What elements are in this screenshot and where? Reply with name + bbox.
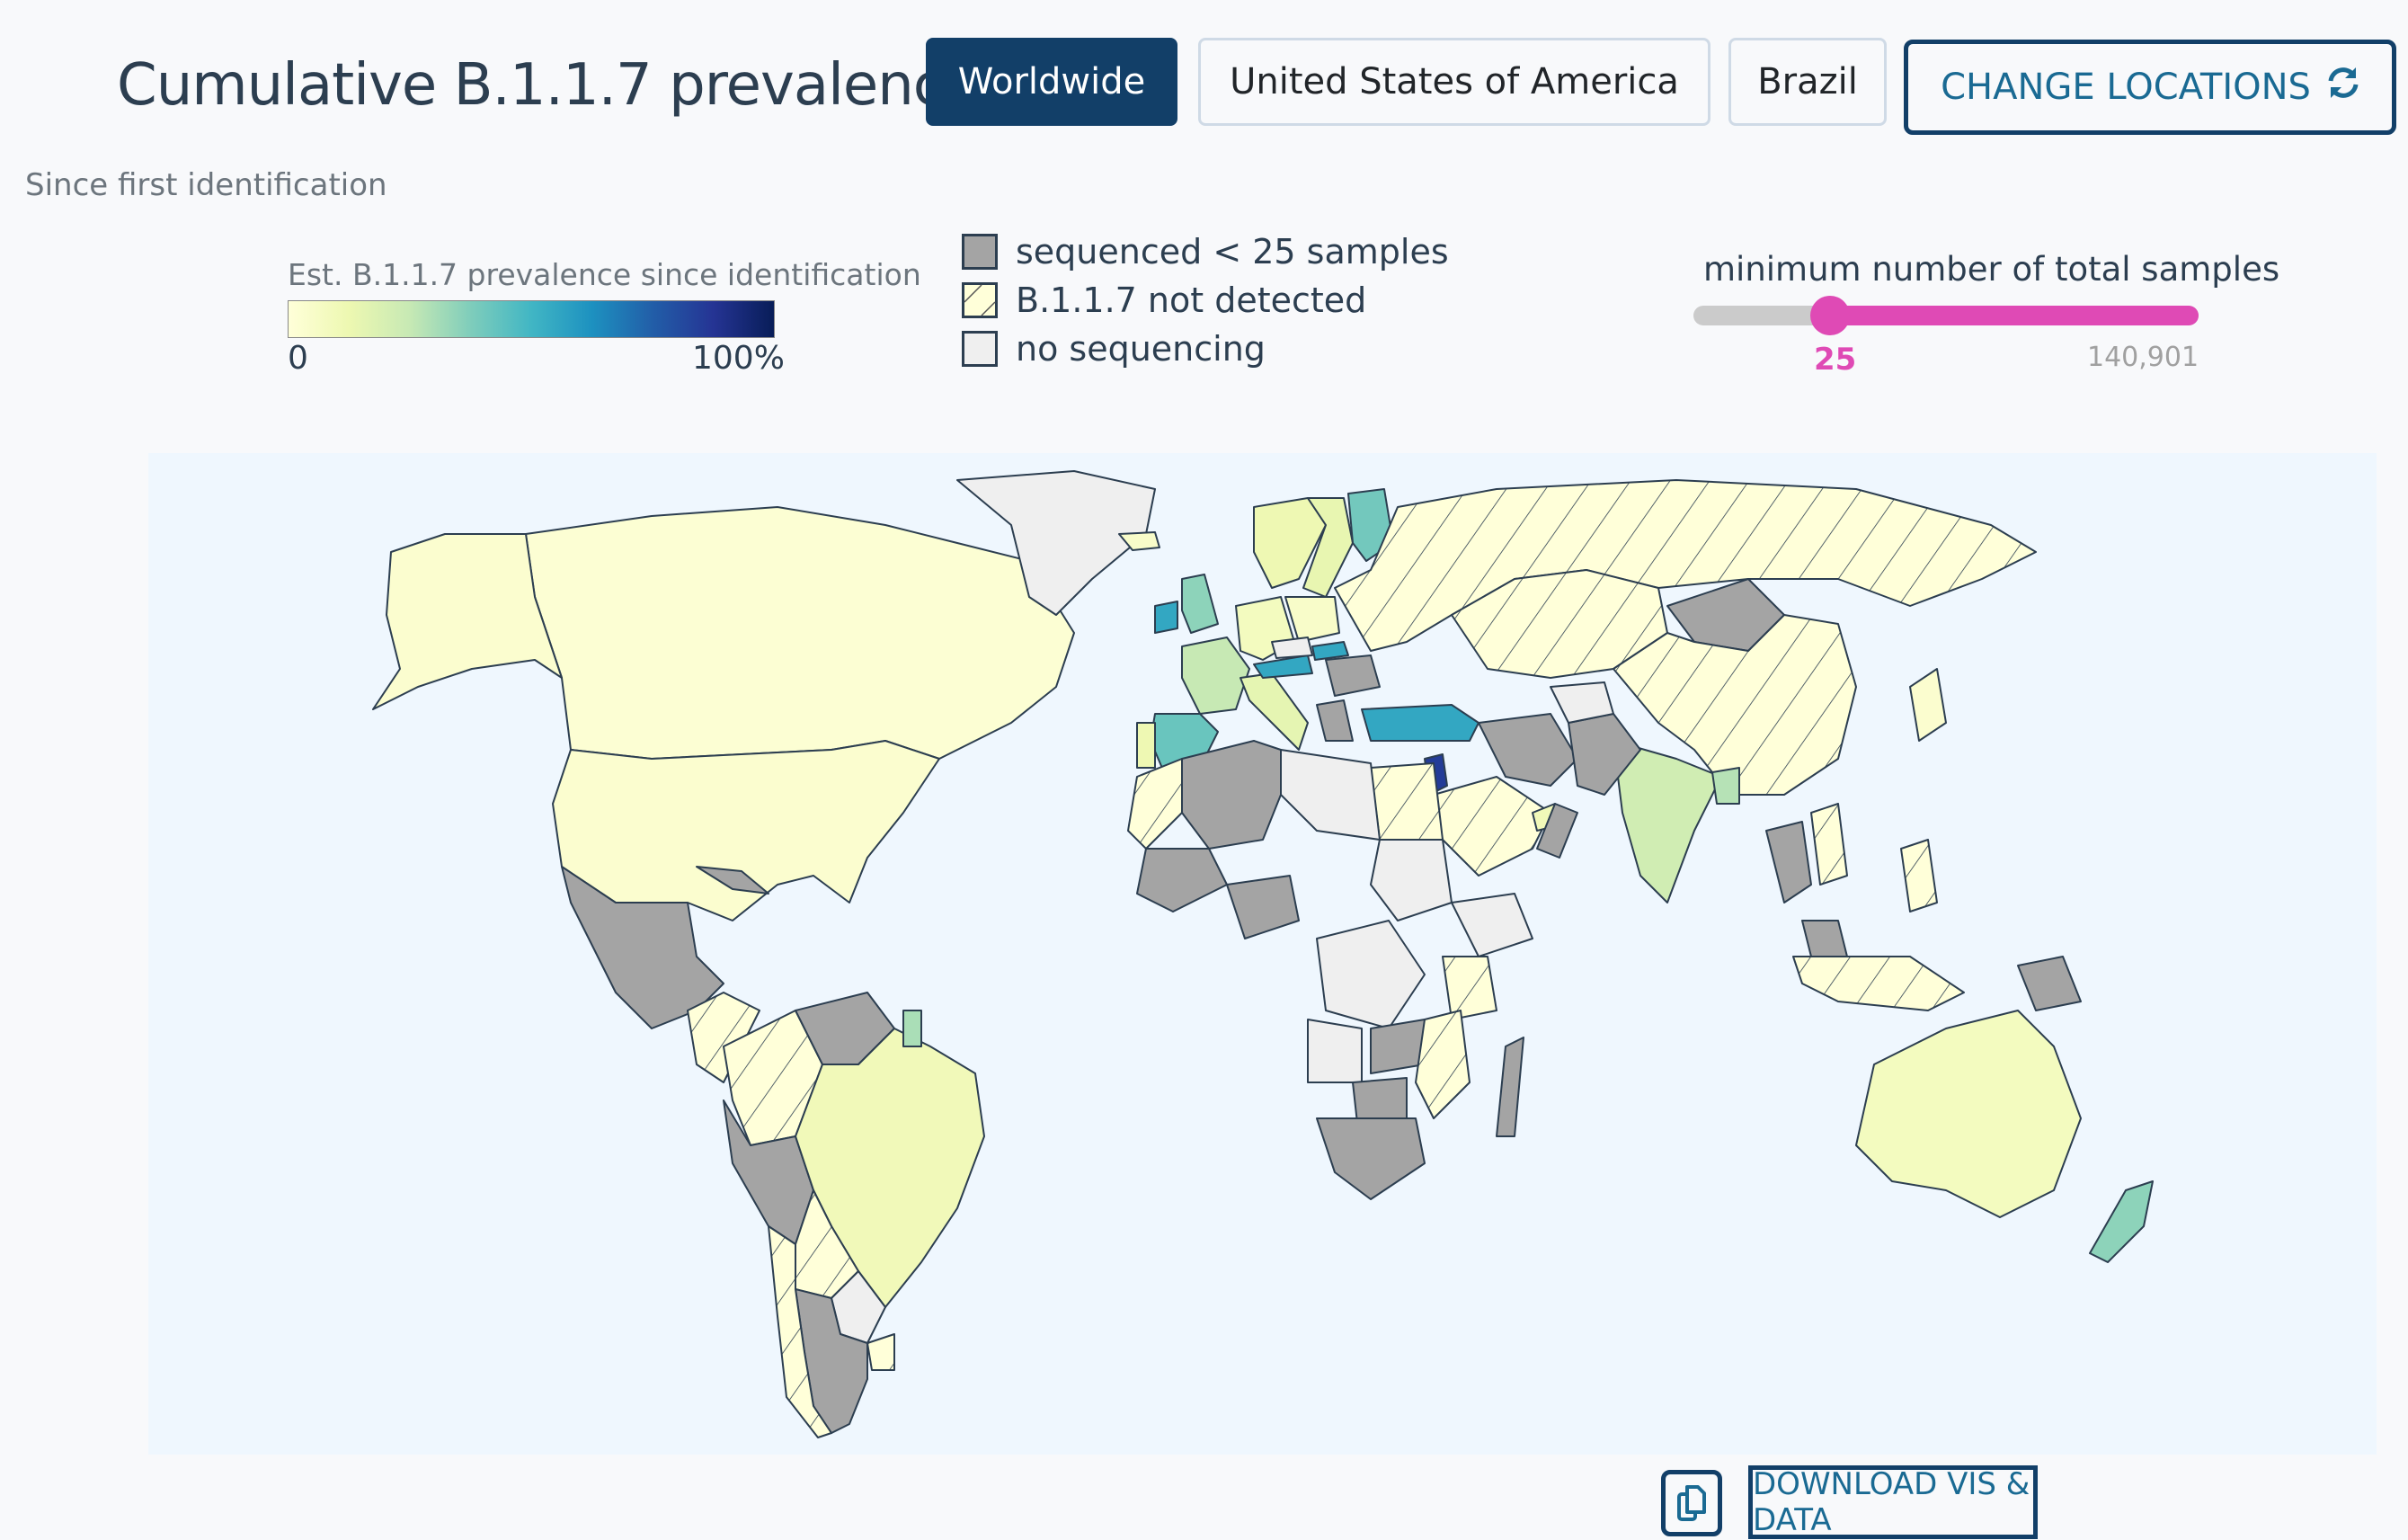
refresh-icon (2327, 66, 2359, 109)
country-uruguay[interactable]: Uruguay (866, 1333, 895, 1371)
country-botswana[interactable]: Botswana (1352, 1077, 1408, 1124)
legend-swatch-no-sequencing (962, 331, 998, 367)
country-madagascar[interactable]: Madagascar (1496, 1037, 1524, 1137)
gradient-legend-title: Est. B.1.1.7 prevalence since identifica… (288, 257, 921, 292)
slider-thumb[interactable] (1809, 296, 1850, 335)
country-united-kingdom[interactable]: United Kingdom (1181, 574, 1219, 634)
country-thailand[interactable]: Thailand (1765, 821, 1812, 904)
legend-label-sequenced: sequenced < 25 samples (1016, 232, 1449, 272)
min-samples-slider[interactable] (1693, 296, 2199, 335)
country-kenya[interactable]: Kenya (1442, 956, 1497, 1020)
copy-button[interactable] (1661, 1470, 1722, 1536)
country-japan[interactable]: Japan (1909, 668, 1947, 742)
slider-value: 25 (1814, 342, 1857, 378)
location-button-brazil[interactable]: Brazil (1728, 38, 1887, 126)
country-france[interactable]: France (1181, 636, 1250, 715)
country-ireland[interactable]: Ireland (1154, 601, 1178, 634)
gradient-legend-bar (288, 300, 775, 338)
country-angola[interactable]: Angola (1307, 1019, 1363, 1083)
country-south-africa[interactable]: South Africa (1316, 1117, 1426, 1200)
country-new-zealand[interactable]: New Zealand (2089, 1180, 2154, 1263)
country-algeria[interactable]: Algeria (1181, 740, 1282, 850)
country-morocco[interactable]: Morocco (1127, 758, 1183, 850)
change-locations-label: CHANGE LOCATIONS (1941, 67, 2311, 108)
country-zambia[interactable]: Zambia (1370, 1019, 1426, 1074)
country-bangladesh[interactable]: Bangladesh (1711, 767, 1740, 805)
location-button-usa[interactable]: United States of America (1198, 38, 1710, 126)
change-locations-button[interactable]: CHANGE LOCATIONS (1904, 40, 2396, 135)
location-button-worldwide[interactable]: Worldwide (926, 38, 1177, 126)
country-saudi-arabia[interactable]: Saudi Arabia (1433, 776, 1551, 877)
country-papua-new-guinea[interactable]: Papua New Guinea (2017, 956, 2082, 1011)
download-button[interactable]: DOWNLOAD VIS & DATA (1748, 1465, 2038, 1539)
legend-item-not-detected: B.1.1.7 not detected (962, 280, 1366, 320)
country-mali[interactable]: Mali (1136, 848, 1228, 912)
country-australia[interactable]: Australia (1855, 1010, 2082, 1218)
country-romania[interactable]: Romania (1325, 654, 1381, 697)
slider-fill (1829, 306, 2199, 325)
country-suriname[interactable]: Suriname (902, 1010, 922, 1047)
country-united-states[interactable]: United States (552, 740, 940, 921)
legend-swatch-not-detected (962, 282, 998, 318)
country-dr-congo[interactable]: DR Congo (1316, 920, 1426, 1029)
legend-label-no-sequencing: no sequencing (1016, 329, 1266, 369)
country-turkey[interactable]: Turkey (1361, 704, 1479, 742)
country-india[interactable]: India (1613, 740, 1722, 904)
gradient-legend-min: 0 (288, 340, 308, 377)
legend-item-no-sequencing: no sequencing (962, 329, 1266, 369)
country-philippines[interactable]: Philippines (1900, 839, 1938, 912)
copy-icon (1677, 1485, 1706, 1521)
country-nigeria[interactable]: Nigeria (1226, 875, 1300, 939)
page-title: Cumulative B.1.1.7 prevalence (117, 52, 979, 119)
country-czechia[interactable]: Czechia (1271, 636, 1313, 659)
country-canada[interactable]: Canada (525, 506, 1075, 760)
country-sudan[interactable]: Sudan (1370, 839, 1453, 921)
country-vietnam[interactable]: Vietnam (1810, 803, 1848, 886)
country-portugal[interactable]: Portugal (1136, 722, 1156, 769)
country-greece[interactable]: Greece (1316, 699, 1354, 742)
country-italy[interactable]: Italy (1240, 672, 1309, 751)
legend-swatch-sequenced (962, 234, 998, 270)
world-map[interactable]: CanadaUnited StatesAlaskaGreenlandIcelan… (148, 453, 2377, 1455)
country-egypt[interactable]: Egypt (1370, 762, 1444, 841)
legend-item-sequenced: sequenced < 25 samples (962, 232, 1449, 272)
slider-label: minimum number of total samples (1703, 250, 2280, 289)
country-iran[interactable]: Iran (1478, 713, 1578, 787)
country-slovakia[interactable]: Slovakia (1311, 641, 1349, 661)
country-indonesia[interactable]: Indonesia (1792, 956, 1965, 1011)
slider-max: 140,901 (2087, 342, 2199, 373)
legend-label-not-detected: B.1.1.7 not detected (1016, 280, 1367, 320)
gradient-legend-max: 100% (692, 340, 785, 377)
page-subtitle: Since first identification (25, 167, 387, 203)
country-ethiopia[interactable]: Ethiopia (1451, 893, 1533, 957)
country-poland[interactable]: Poland (1284, 596, 1340, 643)
country-malaysia[interactable]: Malaysia (1801, 920, 1848, 957)
country-libya[interactable]: Libya (1280, 749, 1381, 841)
country-mozambique[interactable]: Mozambique (1415, 1010, 1471, 1119)
